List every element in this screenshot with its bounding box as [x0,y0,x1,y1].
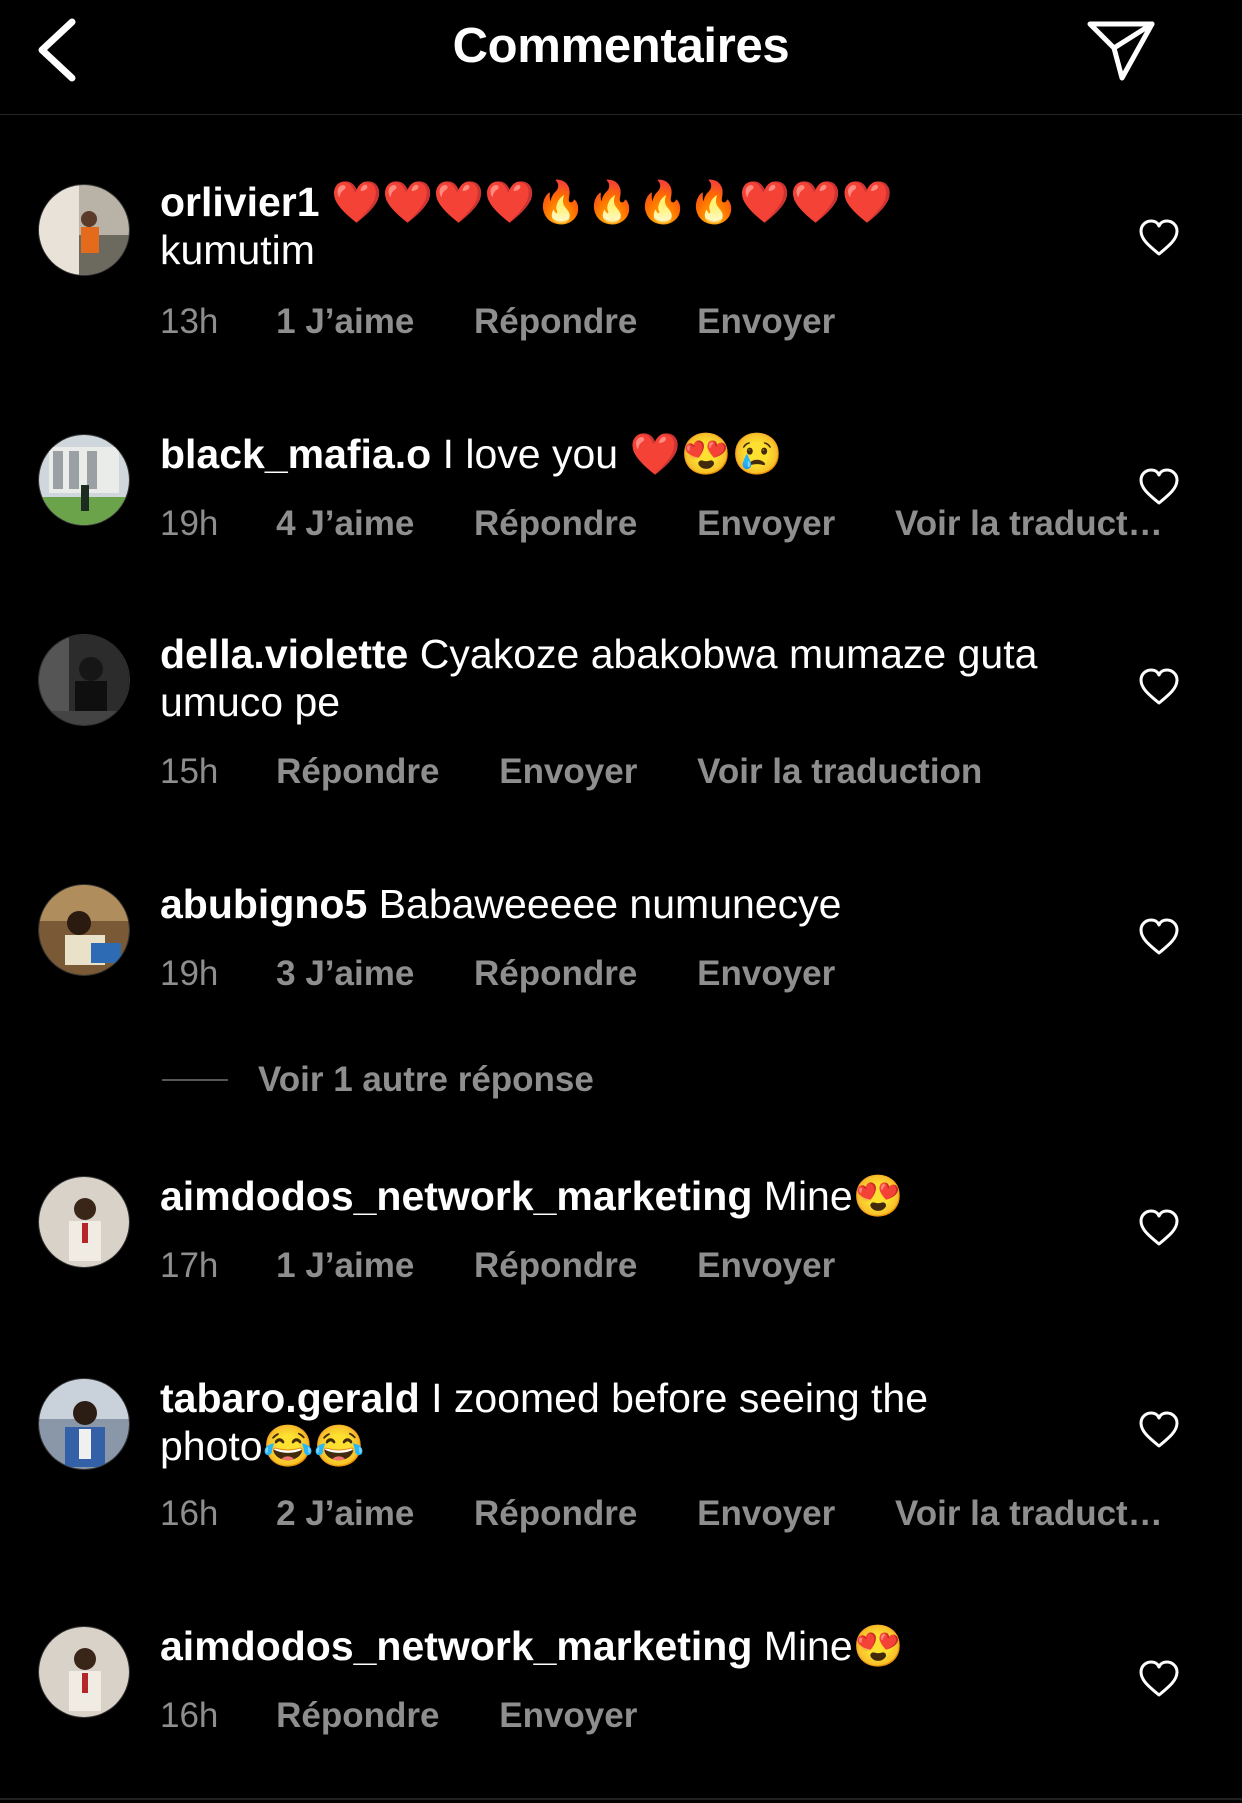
comment-time: 19h [160,954,219,993]
send-button[interactable]: Envoyer [697,1246,835,1286]
heart-outline-icon [1139,219,1179,256]
send-button[interactable]: Envoyer [697,504,835,544]
avatar[interactable] [38,1626,130,1718]
avatar[interactable] [38,1378,130,1470]
page-title: Commentaires [452,19,790,73]
comment-time: 17h [160,1246,219,1285]
reply-button[interactable]: Répondre [474,954,637,994]
comment-text: aimdodos_network_marketing Mine😍 [160,1622,1040,1670]
comment-time: 13h [160,302,219,341]
reply-button[interactable]: Répondre [276,752,439,792]
heart-outline-icon [1139,1411,1179,1448]
comment-actions: 17h 1 J’aime Répondre Envoyer [160,1246,885,1286]
reply-button[interactable]: Répondre [474,1494,637,1534]
comment-text: orlivier1 ❤️❤️❤️❤️🔥🔥🔥🔥❤️❤️❤️ kumutim [160,178,1040,274]
comment-username[interactable]: black_mafia.o [160,431,431,477]
comment-username[interactable]: orlivier1 [160,179,320,225]
divider [162,1079,228,1081]
comment-actions: 19h 3 J’aime Répondre Envoyer [160,954,885,994]
avatar[interactable] [38,884,130,976]
comment-text: aimdodos_network_marketing Mine😍 [160,1172,1040,1220]
header-bar: Commentaires [0,0,1242,115]
reply-button[interactable]: Répondre [276,1696,439,1736]
send-button[interactable]: Envoyer [697,1494,835,1534]
likes-count-button[interactable]: 1 J’aime [276,1246,414,1286]
avatar[interactable] [38,434,130,526]
paper-plane-icon [1087,21,1155,81]
translate-button[interactable]: Voir la traduction [697,752,982,792]
like-button[interactable] [1138,467,1180,507]
share-button[interactable] [1082,14,1158,84]
comment-body: I love you ❤️😍😢 [442,431,783,477]
comment-time: 19h [160,504,219,543]
comment-actions: 19h 4 J’aime Répondre Envoyer Voir la tr… [160,504,1213,544]
comment-username[interactable]: aimdodos_network_marketing [160,1173,752,1219]
divider [0,1798,1242,1800]
like-button[interactable] [1138,1659,1180,1699]
like-button[interactable] [1138,1410,1180,1450]
likes-count-button[interactable]: 1 J’aime [276,302,414,342]
comment-username[interactable]: abubigno5 [160,881,367,927]
heart-outline-icon [1139,468,1179,505]
reply-button[interactable]: Répondre [474,504,637,544]
comment-text: tabaro.gerald I zoomed before seeing the… [160,1374,1040,1470]
likes-count-button[interactable]: 4 J’aime [276,504,414,544]
send-button[interactable]: Envoyer [499,752,637,792]
view-replies-button[interactable]: Voir 1 autre réponse [258,1060,594,1099]
heart-outline-icon [1139,1660,1179,1697]
view-replies-row[interactable]: Voir 1 autre réponse [162,1060,594,1104]
like-button[interactable] [1138,218,1180,258]
likes-count-button[interactable]: 2 J’aime [276,1494,414,1534]
comment-username[interactable]: della.violette [160,631,408,677]
comment-actions: 13h 1 J’aime Répondre Envoyer [160,302,885,342]
reply-button[interactable]: Répondre [474,1246,637,1286]
likes-count-button[interactable]: 3 J’aime [276,954,414,994]
comment-username[interactable]: tabaro.gerald [160,1375,420,1421]
comment-text: della.violette Cyakoze abakobwa mumaze g… [160,630,1040,726]
send-button[interactable]: Envoyer [697,302,835,342]
comment-username[interactable]: aimdodos_network_marketing [160,1623,752,1669]
like-button[interactable] [1138,1208,1180,1248]
comment-time: 16h [160,1494,219,1533]
comment-actions: 16h Répondre Envoyer [160,1696,687,1736]
avatar[interactable] [38,634,130,726]
like-button[interactable] [1138,917,1180,957]
heart-outline-icon [1139,1209,1179,1246]
comment-actions: 15h Répondre Envoyer Voir la traduction [160,752,1032,792]
comment-time: 16h [160,1696,219,1735]
comment-body: Mine😍 [763,1623,904,1669]
heart-outline-icon [1139,918,1179,955]
send-button[interactable]: Envoyer [499,1696,637,1736]
send-button[interactable]: Envoyer [697,954,835,994]
reply-button[interactable]: Répondre [474,302,637,342]
avatar[interactable] [38,1176,130,1268]
translate-button[interactable]: Voir la traduct… [895,1494,1163,1534]
comment-body: Mine😍 [763,1173,904,1219]
avatar[interactable] [38,184,130,276]
comment-body: Babaweeeee numunecye [378,881,842,927]
comment-text: black_mafia.o I love you ❤️😍😢 [160,430,1040,478]
like-button[interactable] [1138,667,1180,707]
comment-time: 15h [160,752,219,791]
comment-text: abubigno5 Babaweeeee numunecye [160,880,1040,928]
comment-actions: 16h 2 J’aime Répondre Envoyer Voir la tr… [160,1494,1213,1534]
heart-outline-icon [1139,668,1179,705]
translate-button[interactable]: Voir la traduct… [895,504,1163,544]
